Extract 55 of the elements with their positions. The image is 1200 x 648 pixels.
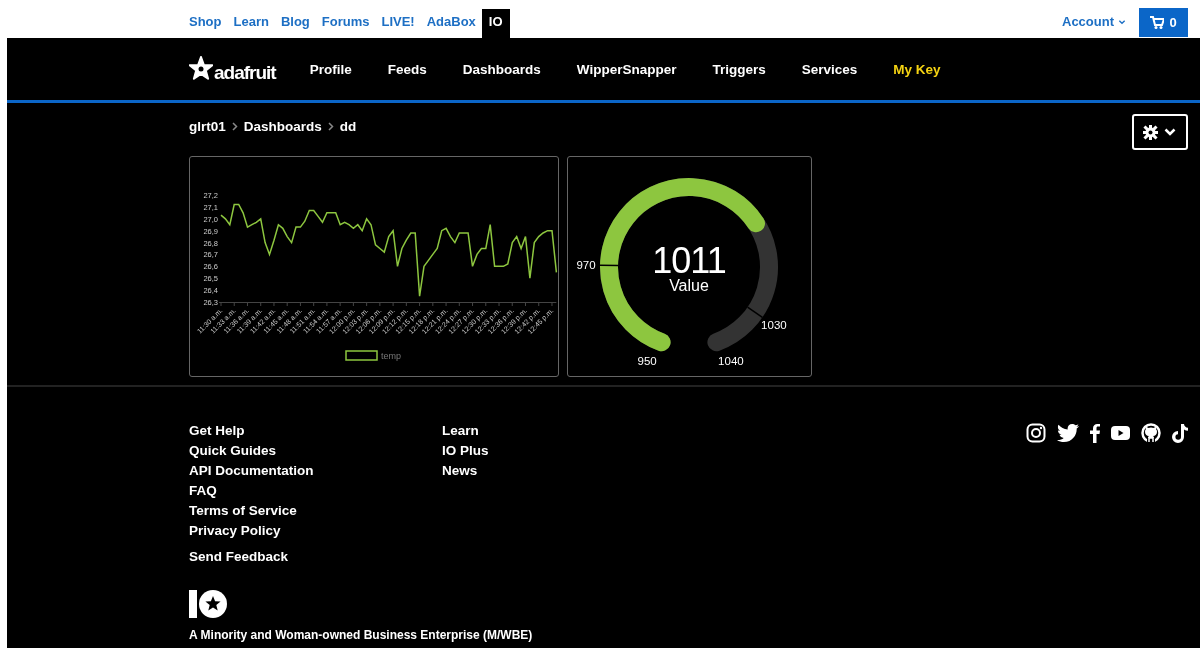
main-nav-link[interactable]: Services [801,61,858,77]
main-nav-link[interactable]: Triggers [712,61,766,77]
footer-link[interactable]: FAQ [189,481,442,501]
gauge-tick-mark [746,306,764,319]
gauge-scale-label: 970 [576,259,596,271]
settings-icon [1143,124,1158,140]
cart-button[interactable]: 0 [1139,8,1188,37]
top-nav-link[interactable]: Forums [315,9,376,38]
top-nav-link[interactable]: AdaBox [420,9,482,38]
gauge-scale-label: 1030 [761,319,787,332]
gauge-label: Value [669,277,709,294]
top-nav-link[interactable]: Shop [189,9,228,38]
cart-icon [1150,16,1165,29]
gauge-scale-label: 1040 [718,355,744,368]
legend-swatch [345,350,378,361]
breadcrumb-link[interactable]: Dashboards [243,118,322,134]
top-nav-link[interactable]: IO [481,9,510,38]
adafruit-logo[interactable]: adafruit [189,56,276,82]
gauge-tick-mark [599,264,619,267]
facebook-icon[interactable] [1090,423,1100,443]
instagram-icon[interactable] [1026,423,1046,443]
footer-link[interactable]: Get Help [189,421,442,441]
io-logo-icon [189,590,227,618]
top-nav-link[interactable]: Blog [274,9,316,38]
top-nav-link[interactable]: LIVE! [375,9,421,38]
main-nav-link[interactable]: My Key [893,61,941,77]
footer-link[interactable]: Learn [442,421,695,441]
main-nav-link[interactable]: Dashboards [462,61,541,77]
youtube-icon[interactable] [1111,426,1130,440]
footer-link[interactable]: API Documentation [189,461,442,481]
footer-tagline: A Minority and Woman-owned Business Enterprise (M/WBE) [189,628,533,642]
footer-link[interactable]: IO Plus [442,441,695,461]
top-nav-link[interactable]: Learn [227,9,275,38]
gauge-scale-label: 950 [637,355,657,368]
breadcrumb-current: dd [339,118,357,134]
account-menu[interactable]: Account [1062,14,1126,29]
main-nav-link[interactable]: Profile [309,61,352,77]
chevron-right-icon [327,121,334,131]
tiktok-icon[interactable] [1172,423,1188,443]
footer-link[interactable]: Send Feedback [189,547,442,567]
github-icon[interactable] [1141,423,1161,443]
main-nav-link[interactable]: Feeds [387,61,427,77]
settings-dropdown-button[interactable] [1132,114,1188,150]
chevron-down-icon [1118,17,1126,26]
main-nav-link[interactable]: WipperSnapper [576,61,677,77]
footer-link[interactable]: Quick Guides [189,441,442,461]
footer-link[interactable]: Terms of Service [189,501,442,521]
footer-link[interactable]: News [442,461,695,481]
chevron-right-icon [231,121,238,131]
breadcrumb-link[interactable]: glrt01 [189,118,226,134]
flower-star-icon [189,56,213,82]
footer-link[interactable]: Privacy Policy [189,521,442,541]
chevron-down-icon [1163,126,1177,138]
legend-label: temp [381,351,401,361]
twitter-bird-icon[interactable] [1057,424,1079,442]
